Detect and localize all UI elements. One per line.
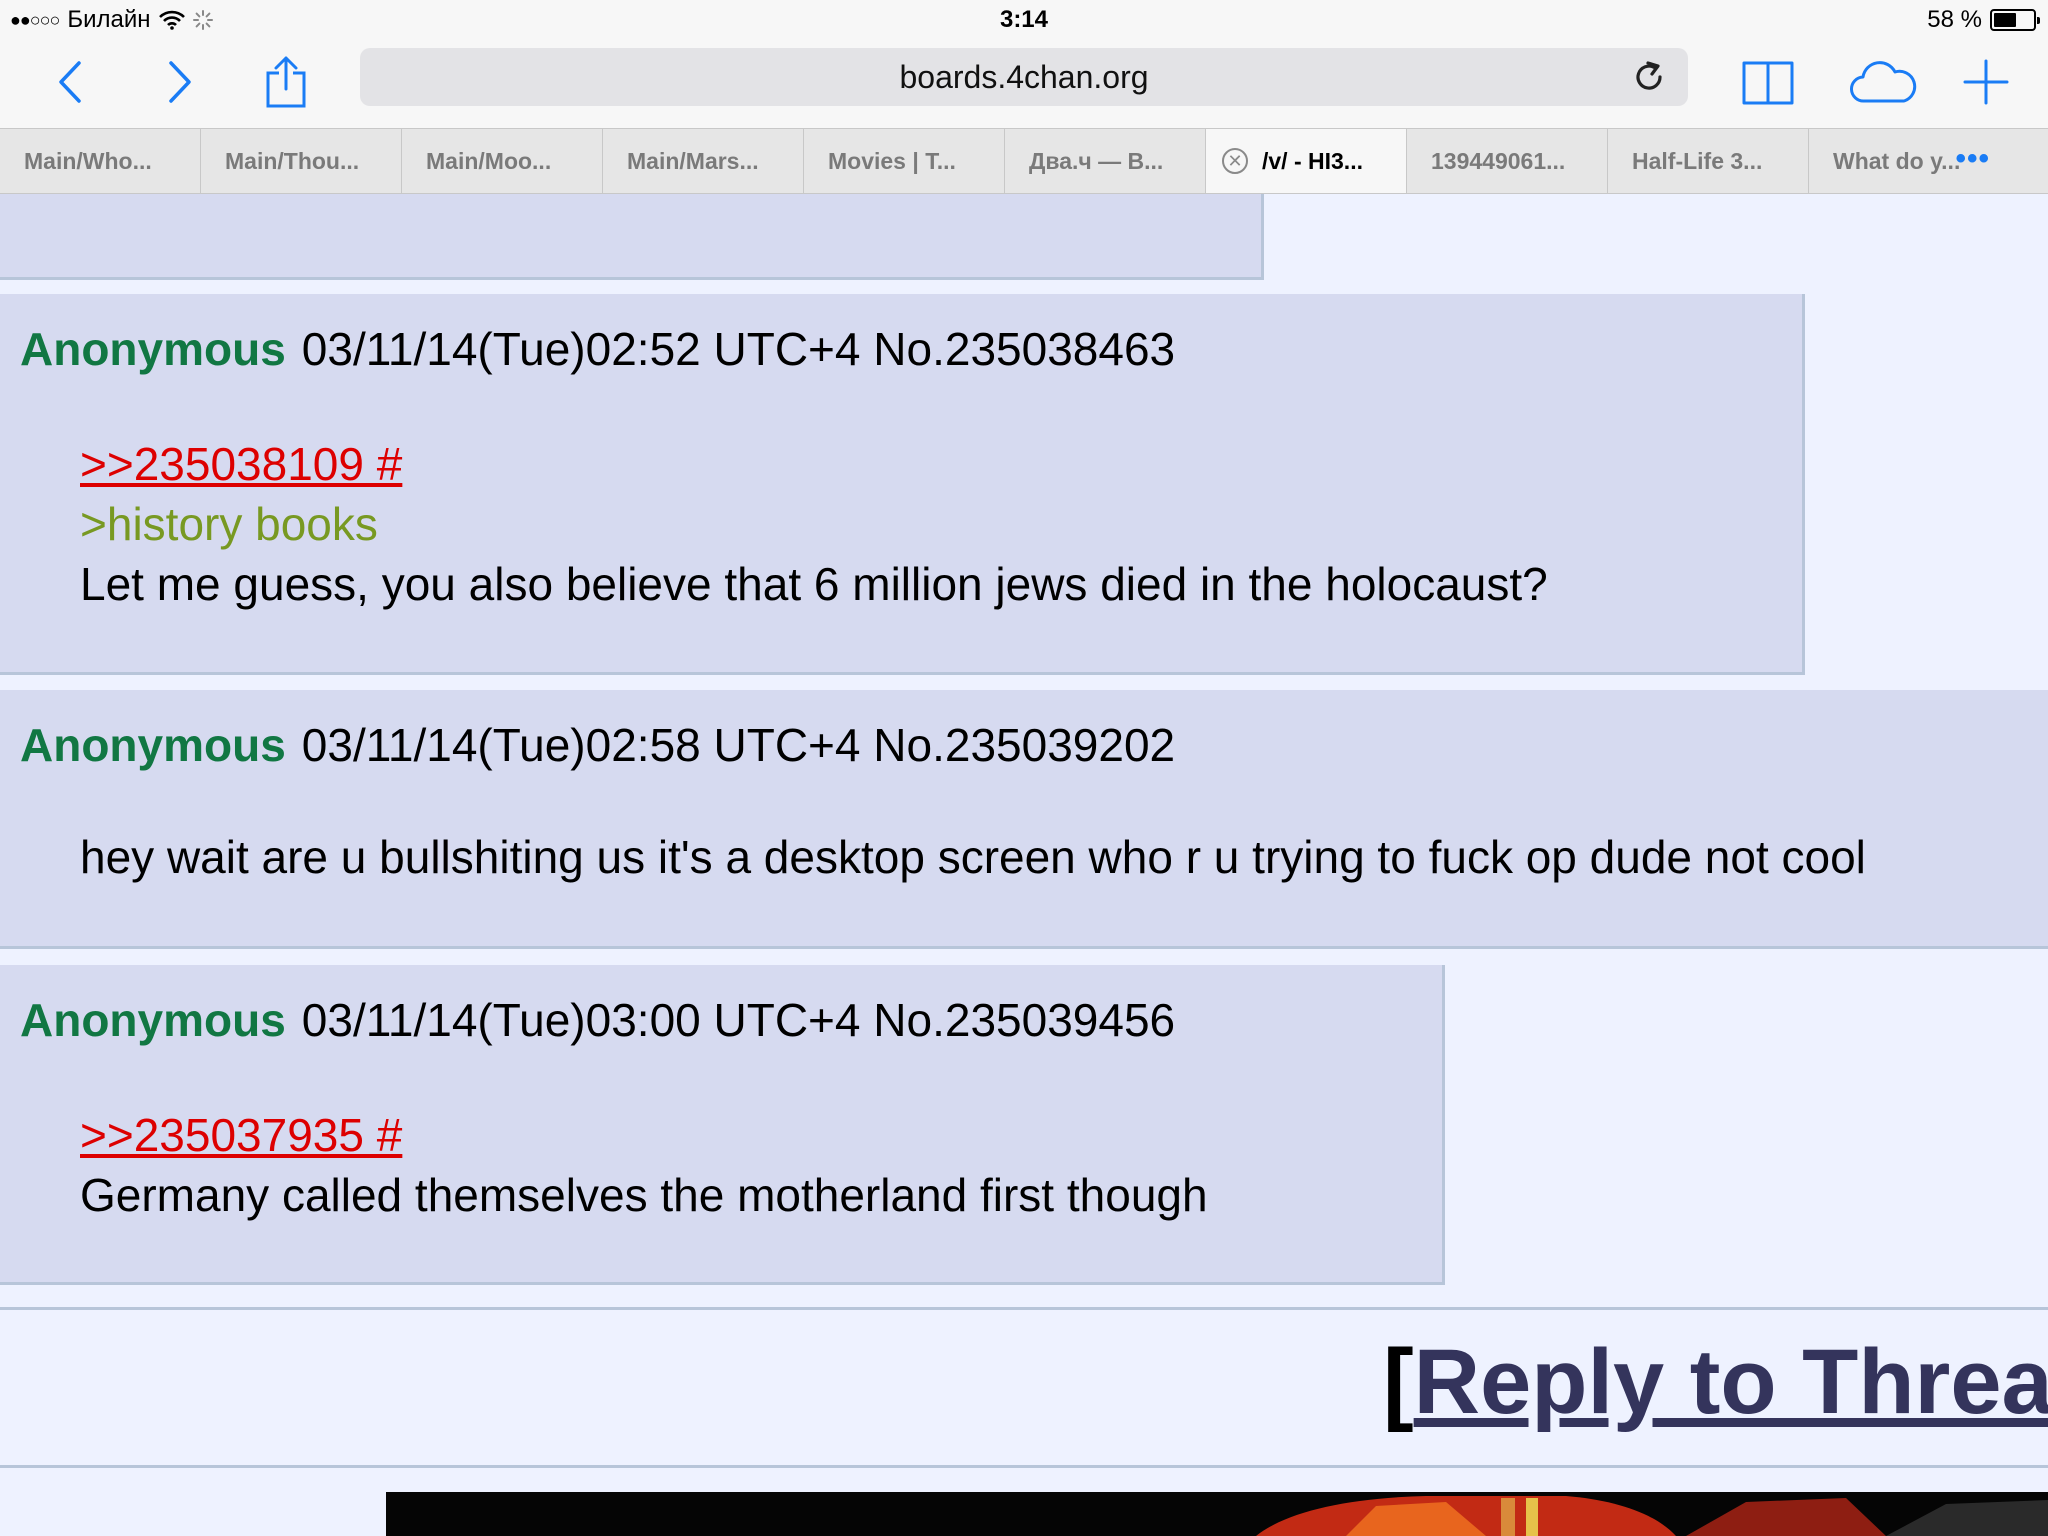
- tab-label: Movies | T...: [828, 147, 956, 174]
- post-message: >>235038109 # >history books Let me gues…: [80, 434, 1548, 614]
- divider: [0, 1307, 2048, 1310]
- divider: [0, 1465, 2048, 1468]
- browser-toolbar: boards.4chan.org: [0, 42, 2048, 128]
- quote-link[interactable]: >>235038109 #: [80, 438, 402, 490]
- status-right: 58 %: [1927, 6, 2040, 34]
- tab-label: /v/ - HI3...: [1262, 147, 1363, 174]
- greentext-line: >history books: [80, 498, 378, 550]
- post-number[interactable]: No.235038463: [873, 323, 1175, 375]
- post-number[interactable]: No.235039202: [873, 719, 1175, 771]
- battery-level: [1994, 13, 2016, 27]
- back-button[interactable]: [38, 50, 102, 114]
- status-bar: ●●○○○ Билайн 3:14 58 %: [0, 0, 2048, 42]
- tab-label: Main/Moo...: [426, 147, 552, 174]
- chevron-right-icon: [169, 61, 191, 103]
- cloud-icon: [1850, 61, 1917, 103]
- post-header: Anonymous 03/11/14(Tue)02:58 UTC+4 No.235…: [20, 718, 1175, 772]
- reply-post: Anonymous 03/11/14(Tue)02:58 UTC+4 No.235…: [0, 690, 2048, 949]
- share-icon: [266, 56, 306, 108]
- book-icon: [1742, 61, 1794, 105]
- tab-label: What do y...: [1833, 147, 1961, 174]
- tab[interactable]: Half-Life 3...: [1608, 129, 1809, 193]
- reply-to-thread-link[interactable]: Reply to Threa: [1414, 1331, 2048, 1433]
- tab-label: 139449061...: [1431, 147, 1566, 174]
- post-datetime: 03/11/14(Tue)03:00 UTC+4: [301, 994, 861, 1046]
- tab-label: Два.ч — В...: [1029, 147, 1164, 174]
- battery-percent: 58 %: [1927, 6, 1982, 33]
- reply-to-thread: [Reply to Threa: [1383, 1330, 2048, 1435]
- tab-label: Main/Thou...: [225, 147, 360, 174]
- post-datetime: 03/11/14(Tue)02:58 UTC+4: [301, 719, 861, 771]
- banner-image: [386, 1492, 2048, 1536]
- poster-name: Anonymous: [20, 719, 286, 771]
- forward-button[interactable]: [148, 50, 212, 114]
- tab-label: Main/Who...: [24, 147, 152, 174]
- quote-link[interactable]: >>235037935 #: [80, 1109, 402, 1161]
- post-message: hey wait are u bullshiting us it's a des…: [80, 827, 1866, 887]
- post-header: Anonymous 03/11/14(Tue)03:00 UTC+4 No.235…: [20, 993, 1175, 1047]
- tab[interactable]: Main/Mars...: [603, 129, 804, 193]
- close-tab-icon[interactable]: ✕: [1222, 148, 1248, 174]
- reply-post: Anonymous 03/11/14(Tue)03:00 UTC+4 No.235…: [0, 965, 1445, 1285]
- url-text: boards.4chan.org: [899, 58, 1149, 95]
- tab-label: Main/Mars...: [627, 147, 759, 174]
- tab-label: Half-Life 3...: [1632, 147, 1763, 174]
- message-text: hey wait are u bullshiting us it's a des…: [80, 831, 1866, 883]
- new-tab-button[interactable]: [1954, 50, 2018, 114]
- more-tabs-icon[interactable]: •••: [1955, 144, 1990, 174]
- tab[interactable]: Два.ч — В...: [1005, 129, 1206, 193]
- reply-post: Anonymous 03/11/14(Tue)02:52 UTC+4 No.235…: [0, 294, 1805, 675]
- tab[interactable]: 139449061...: [1407, 129, 1608, 193]
- tab-active[interactable]: ✕ /v/ - HI3...: [1206, 129, 1407, 193]
- chevron-left-icon: [59, 61, 81, 103]
- share-button[interactable]: [254, 50, 318, 114]
- tab[interactable]: Movies | T...: [804, 129, 1005, 193]
- message-text: Germany called themselves the motherland…: [80, 1169, 1208, 1221]
- reload-icon[interactable]: [1632, 60, 1666, 94]
- message-text: Let me guess, you also believe that 6 mi…: [80, 558, 1548, 610]
- tab-bar: Main/Who... Main/Thou... Main/Moo... Mai…: [0, 128, 2048, 194]
- post-message: >>235037935 # Germany called themselves …: [80, 1105, 1208, 1225]
- battery-icon: [1990, 9, 2040, 31]
- tab[interactable]: Main/Who...: [0, 129, 201, 193]
- bookmarks-button[interactable]: [1736, 50, 1800, 114]
- bracket: [: [1383, 1331, 1414, 1433]
- tab[interactable]: What do y... •••: [1809, 129, 2010, 193]
- poster-name: Anonymous: [20, 323, 286, 375]
- tab[interactable]: Main/Moo...: [402, 129, 603, 193]
- poster-name: Anonymous: [20, 994, 286, 1046]
- post-datetime: 03/11/14(Tue)02:52 UTC+4: [301, 323, 861, 375]
- plus-icon: [1963, 59, 2009, 105]
- post-header: Anonymous 03/11/14(Tue)02:52 UTC+4 No.235…: [20, 322, 1175, 376]
- banner-image-art: [386, 1492, 2048, 1536]
- clock: 3:14: [999, 6, 1049, 33]
- tab[interactable]: Main/Thou...: [201, 129, 402, 193]
- address-bar[interactable]: boards.4chan.org: [360, 48, 1688, 106]
- icloud-tabs-button[interactable]: [1846, 50, 1920, 114]
- post-number[interactable]: No.235039456: [873, 994, 1175, 1046]
